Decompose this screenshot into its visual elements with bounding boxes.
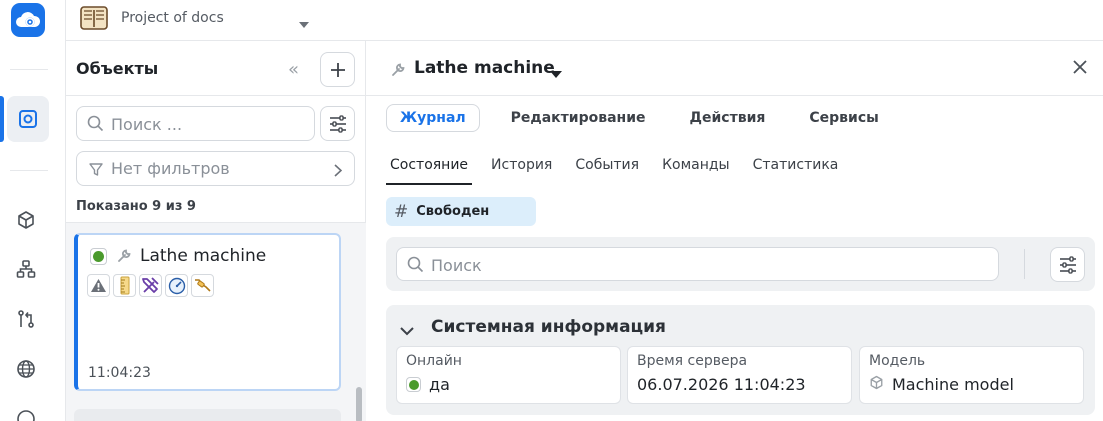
globe-icon[interactable] <box>3 346 49 392</box>
chevron-down-icon[interactable] <box>299 14 309 33</box>
objects-search <box>76 106 315 141</box>
add-object-button[interactable] <box>320 52 355 87</box>
hash-icon: # <box>394 201 409 222</box>
filter-text: Нет фильтров <box>111 159 230 178</box>
shown-count: Показано 9 из 9 <box>76 199 196 214</box>
main-tabs: Журнал Редактирование Действия Сервисы <box>386 104 892 132</box>
item-time: 11:04:23 <box>88 365 151 381</box>
git-compare-icon[interactable] <box>3 296 49 342</box>
field-value[interactable]: Machine model <box>892 375 1014 394</box>
objects-icon[interactable] <box>7 96 49 142</box>
field-label: Модель <box>869 353 926 369</box>
wrench-icon <box>390 62 406 82</box>
search-input[interactable] <box>111 113 306 135</box>
details-panel: Lathe machine Журнал Редактирование Дейс… <box>366 41 1103 421</box>
left-rail <box>0 0 66 421</box>
state-search-bar <box>386 237 1095 291</box>
state-search-input[interactable] <box>431 254 981 276</box>
scrollbar[interactable] <box>356 387 362 421</box>
tab-actions[interactable]: Действия <box>677 104 779 132</box>
field-model: Модель Machine model <box>859 346 1084 404</box>
list-item[interactable] <box>74 409 341 421</box>
field-label: Онлайн <box>406 353 462 369</box>
subtab-state[interactable]: Состояние <box>386 151 473 185</box>
list-item[interactable]: Lathe machine 11:04:23 <box>74 233 341 391</box>
filter-button[interactable]: Нет фильтров <box>76 151 355 186</box>
profile-icon[interactable] <box>3 396 49 421</box>
subtab-history[interactable]: История <box>487 151 556 185</box>
status-indicator <box>90 248 107 265</box>
tab-editing[interactable]: Редактирование <box>498 104 659 132</box>
cube-icon <box>869 375 884 394</box>
chevron-right-icon <box>334 162 343 181</box>
subtab-events[interactable]: События <box>571 151 643 185</box>
filter-icon <box>89 162 103 181</box>
objects-title: Объекты <box>76 59 159 78</box>
item-badges <box>87 274 214 297</box>
subtab-commands[interactable]: Команды <box>658 151 734 185</box>
field-label: Время сервера <box>637 353 748 369</box>
plug-icon <box>191 274 214 297</box>
search-settings-button[interactable] <box>320 106 355 141</box>
system-info-title[interactable]: Системная информация <box>431 317 666 337</box>
details-title: Lathe machine <box>414 58 555 78</box>
gauge-icon <box>165 274 188 297</box>
field-value: 06.07.2026 11:04:23 <box>637 375 806 394</box>
tools-icon <box>139 274 162 297</box>
collapse-icon[interactable]: « <box>288 59 299 80</box>
close-icon[interactable] <box>1072 59 1088 79</box>
field-online: Онлайн да <box>396 346 621 404</box>
sliders-icon <box>329 114 346 133</box>
hierarchy-icon[interactable] <box>3 246 49 292</box>
project-name[interactable]: Project of docs <box>121 10 224 26</box>
logo-icon[interactable] <box>11 3 45 37</box>
state-chip[interactable]: # Свободен <box>386 197 536 226</box>
state-search-settings-button[interactable] <box>1050 247 1085 282</box>
cube-icon[interactable] <box>3 197 49 243</box>
subtab-statistics[interactable]: Статистика <box>749 151 843 185</box>
search-icon <box>87 115 104 136</box>
warning-icon <box>87 274 110 297</box>
plus-icon <box>330 62 345 77</box>
tab-services[interactable]: Сервисы <box>796 104 891 132</box>
ruler-icon <box>113 274 136 297</box>
field-value: да <box>429 375 450 394</box>
status-indicator <box>406 377 421 392</box>
system-info-section: Системная информация Онлайн да Время сер… <box>386 305 1095 415</box>
search-icon <box>407 256 424 277</box>
item-name: Lathe machine <box>140 246 267 266</box>
sub-tabs: Состояние История События Команды Статис… <box>386 151 857 185</box>
chevron-down-icon[interactable] <box>550 64 562 83</box>
chevron-down-icon[interactable] <box>400 321 414 340</box>
tab-journal[interactable]: Журнал <box>386 104 480 132</box>
objects-list: Lathe machine 11:04:23 <box>66 222 366 421</box>
wrench-icon <box>116 248 132 268</box>
top-bar: Project of docs <box>66 0 1103 41</box>
state-search <box>396 247 999 281</box>
objects-panel: Объекты « Нет фильтров Показано 9 из 9 L… <box>66 41 366 421</box>
field-server-time: Время сервера 06.07.2026 11:04:23 <box>627 346 852 404</box>
state-chip-label: Свободен <box>416 204 490 219</box>
sliders-icon <box>1059 255 1076 274</box>
book-icon <box>80 5 108 31</box>
